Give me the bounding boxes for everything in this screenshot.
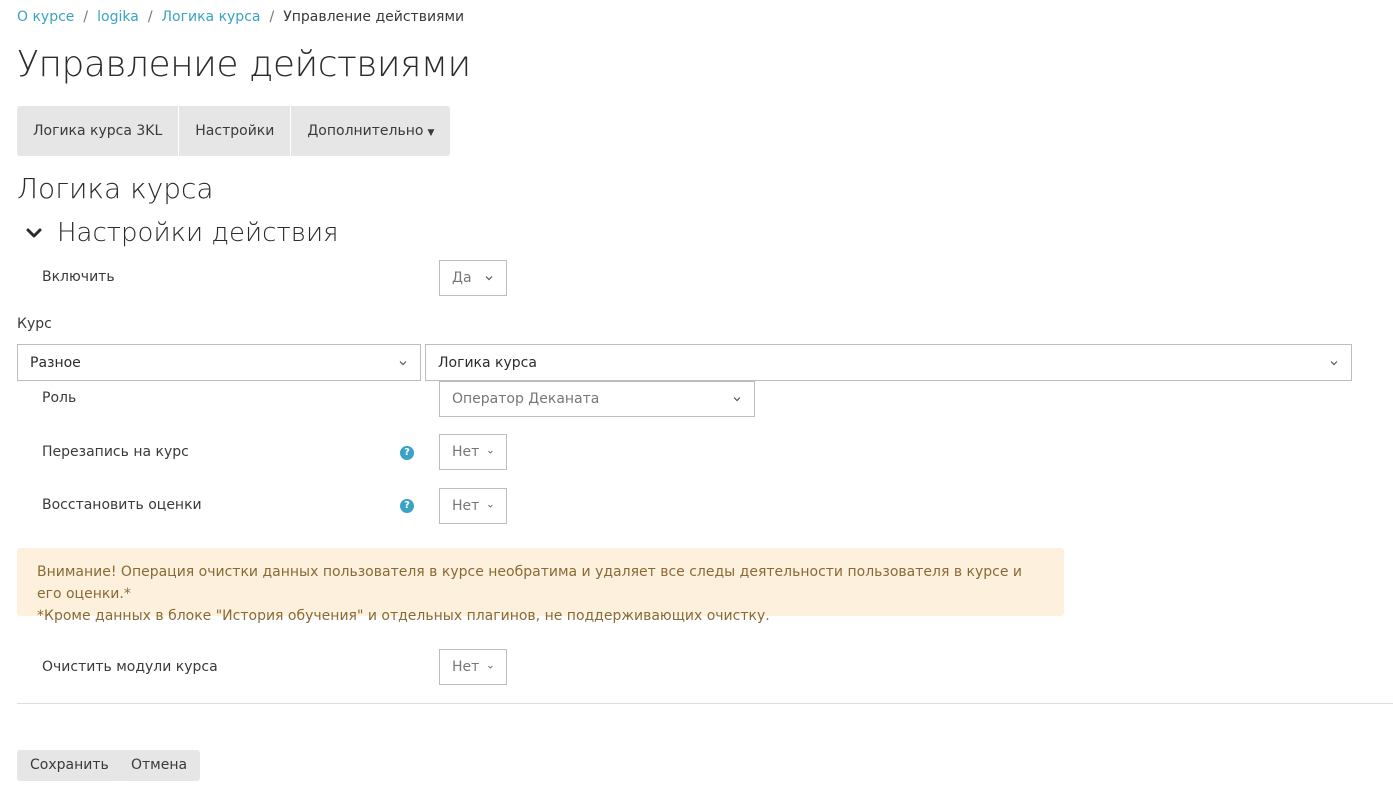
help-icon[interactable]: ?	[400, 499, 414, 513]
secondary-nav-tabs: Логика курса 3KL Настройки Дополнительно…	[17, 106, 451, 156]
enable-label: Включить	[42, 269, 115, 285]
chevron-down-icon	[488, 450, 493, 454]
restore-grades-select[interactable]: Нет	[439, 488, 507, 524]
select-value: Нет	[452, 498, 480, 514]
role-select[interactable]: Оператор Деканата	[439, 381, 755, 417]
breadcrumb-separator: /	[147, 9, 153, 25]
cancel-button[interactable]: Отмена	[118, 750, 201, 781]
chevron-down-icon	[733, 397, 741, 402]
role-label: Роль	[42, 390, 77, 406]
form-divider	[17, 703, 1393, 704]
tab-more[interactable]: Дополнительно ▼	[291, 106, 450, 156]
course-category-select[interactable]: Разное	[17, 344, 421, 381]
chevron-down-icon	[1330, 360, 1338, 365]
select-value: Да	[452, 270, 472, 286]
breadcrumb-link-course-logic[interactable]: Логика курса	[162, 9, 261, 25]
tab-label: Логика курса 3KL	[33, 123, 163, 139]
select-value: Разное	[30, 354, 81, 371]
tab-label: Дополнительно	[307, 123, 424, 139]
fieldset-toggle-action-settings[interactable]: Настройки действия	[24, 218, 338, 248]
warning-text: Внимание! Операция очистки данных пользо…	[37, 564, 1023, 602]
tab-course-logic-3kl[interactable]: Логика курса 3KL	[17, 106, 180, 156]
chevron-down-icon	[488, 504, 493, 508]
clear-modules-label: Очистить модули курса	[42, 659, 218, 675]
breadcrumb-current: Управление действиями	[283, 9, 465, 25]
tab-label: Настройки	[195, 123, 275, 139]
fieldset-legend: Настройки действия	[57, 218, 339, 248]
help-icon[interactable]: ?	[400, 446, 414, 460]
clear-modules-select[interactable]: Нет	[439, 649, 507, 685]
warning-footnote: *Кроме данных в блоке "История обучения"…	[37, 608, 770, 624]
save-button[interactable]: Сохранить	[17, 750, 122, 781]
page-title: Управление действиями	[17, 44, 471, 85]
chevron-down-icon	[488, 665, 493, 669]
chevron-down-icon: ▼	[427, 128, 435, 138]
breadcrumb-link-logika[interactable]: logika	[97, 9, 139, 25]
warning-alert: Внимание! Операция очистки данных пользо…	[17, 548, 1064, 624]
select-value: Нет	[452, 659, 480, 675]
breadcrumb-separator: /	[269, 9, 275, 25]
breadcrumb-link-about-course[interactable]: О курсе	[17, 9, 74, 25]
reenrol-select[interactable]: Нет	[439, 434, 507, 470]
course-label: Курс	[17, 316, 52, 332]
enable-select[interactable]: Да	[439, 260, 507, 296]
chevron-down-icon	[26, 228, 42, 238]
chevron-down-icon	[399, 360, 407, 365]
breadcrumb-separator: /	[83, 9, 89, 25]
chevron-down-icon	[485, 276, 493, 281]
section-title: Логика курса	[17, 172, 214, 205]
breadcrumb: О курсе / logika / Логика курса / Управл…	[17, 9, 464, 25]
course-select[interactable]: Логика курса	[425, 344, 1352, 381]
reenrol-label: Перезапись на курс	[42, 444, 189, 460]
restore-grades-label: Восстановить оценки	[42, 497, 202, 513]
select-value: Нет	[452, 444, 480, 460]
select-value: Логика курса	[438, 354, 537, 371]
tab-settings[interactable]: Настройки	[179, 106, 292, 156]
select-value: Оператор Деканата	[452, 391, 600, 407]
